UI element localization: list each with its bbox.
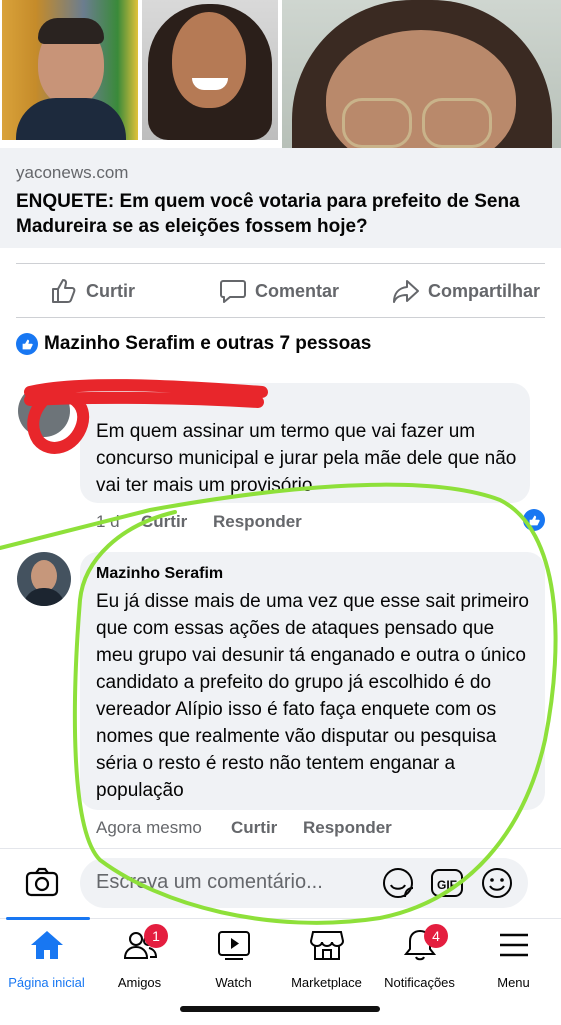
- tab-menu[interactable]: Menu: [467, 928, 560, 990]
- comment-author[interactable]: Mazinho Serafim: [96, 565, 223, 583]
- share-button[interactable]: Compartilhar: [392, 276, 540, 306]
- candidate-photo-1[interactable]: [2, 0, 138, 140]
- comment-time: Agora mesmo: [96, 818, 202, 837]
- like-button[interactable]: Curtir: [50, 276, 135, 306]
- comment-like-button[interactable]: Curtir: [231, 818, 277, 838]
- comment-label: Comentar: [255, 280, 340, 301]
- tab-label: Página inicial: [8, 975, 85, 990]
- friends-badge: 1: [144, 924, 168, 948]
- tab-notifications[interactable]: 4 Notificações: [373, 924, 466, 990]
- reactions-summary[interactable]: Mazinho Serafim e outras 7 pessoas: [16, 333, 371, 355]
- share-label: Compartilhar: [428, 280, 541, 301]
- post-photos[interactable]: [0, 0, 561, 148]
- comment-icon: [220, 280, 246, 303]
- commenter-avatar[interactable]: [17, 552, 71, 606]
- link-domain: yaconews.com: [16, 163, 129, 182]
- comment-text: Em quem assinar um termo que vai fazer u…: [96, 421, 517, 496]
- tab-marketplace[interactable]: Marketplace: [280, 928, 373, 990]
- comment-input-placeholder: Escreva um comentário...: [96, 871, 323, 893]
- home-indicator: [180, 1006, 380, 1012]
- comment-like-reaction-icon: [523, 509, 545, 531]
- home-icon: [30, 931, 63, 959]
- comment-text: Eu já disse mais de uma vez que esse sai…: [96, 591, 529, 801]
- camera-icon[interactable]: [24, 864, 60, 905]
- candidate-photo-2[interactable]: [142, 0, 278, 140]
- comment-button[interactable]: Comentar: [219, 276, 339, 306]
- active-tab-indicator: [6, 917, 90, 920]
- comment-time: 1 d: [96, 512, 120, 531]
- notifications-badge: 4: [424, 924, 448, 948]
- sticker-icon[interactable]: [381, 866, 415, 905]
- gif-icon[interactable]: GIF: [430, 867, 464, 904]
- commenter-avatar[interactable]: [18, 385, 70, 437]
- tab-watch[interactable]: Watch: [187, 928, 280, 990]
- tab-home[interactable]: Página inicial: [0, 928, 93, 990]
- tab-label: Menu: [497, 975, 530, 990]
- divider: [16, 263, 545, 264]
- candidate-photo-3[interactable]: [282, 0, 561, 148]
- like-label: Curtir: [86, 280, 135, 301]
- comment-reply-button[interactable]: Responder: [303, 818, 392, 838]
- marketplace-icon: [309, 931, 344, 960]
- svg-text:GIF: GIF: [437, 878, 457, 892]
- tab-label: Amigos: [117, 975, 162, 990]
- menu-icon: [499, 933, 528, 957]
- comment-reply-button[interactable]: Responder: [213, 512, 302, 532]
- link-title[interactable]: ENQUETE: Em quem você votaria para prefe…: [16, 189, 546, 239]
- divider: [16, 317, 545, 318]
- thumbs-up-icon: [52, 279, 76, 303]
- share-icon: [393, 280, 419, 303]
- comment-like-button[interactable]: Curtir: [141, 512, 187, 532]
- tab-label: Marketplace: [291, 975, 362, 990]
- tab-label: Watch: [215, 975, 252, 990]
- like-reaction-icon: [16, 333, 38, 355]
- reactions-text: Mazinho Serafim e outras 7 pessoas: [44, 333, 372, 354]
- emoji-icon[interactable]: [480, 866, 514, 905]
- watch-icon: [217, 931, 250, 960]
- tab-friends[interactable]: 1 Amigos: [93, 924, 186, 990]
- tab-label: Notificações: [384, 975, 455, 990]
